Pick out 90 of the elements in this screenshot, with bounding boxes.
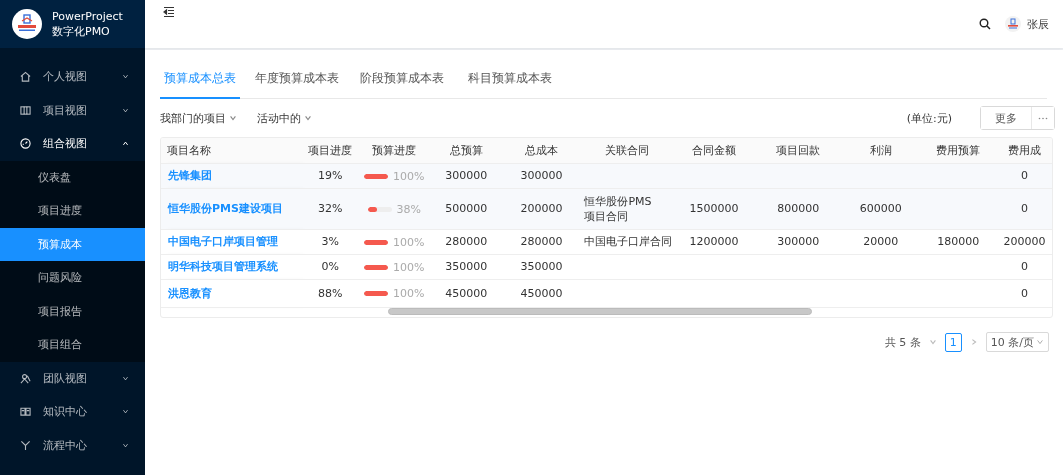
column-header: 总成本	[502, 138, 581, 163]
more-button[interactable]: 更多	[981, 107, 1032, 129]
column-header: 项目回款	[755, 138, 841, 163]
app-subtitle: 数字化PMO	[52, 24, 111, 39]
column-header: 费用预算	[920, 138, 996, 163]
table-cell: 350000	[445, 260, 488, 273]
table-cell: 300000	[520, 169, 563, 182]
dashboard-icon	[20, 138, 31, 150]
table-cell: 0	[1020, 202, 1028, 215]
menu-group[interactable]: 组合视图	[0, 127, 145, 161]
progress-reading: 100%	[393, 234, 425, 250]
ellipsis-icon	[1038, 116, 1048, 120]
table-cell: 32%	[317, 202, 343, 215]
book-icon	[20, 406, 31, 418]
table-cell: 300000	[445, 169, 488, 182]
chevron-down-icon	[122, 374, 129, 382]
table-cell: 中国电子口岸合同	[584, 235, 673, 248]
table-cell: 500000	[445, 202, 488, 215]
table-cell: 88%	[317, 286, 343, 300]
column-header: 预算进度	[358, 138, 431, 163]
chevron-down-icon	[304, 114, 312, 122]
menu-group[interactable]: 流程中心	[0, 428, 145, 462]
menu-group[interactable]: 项目视图	[0, 93, 145, 127]
user-name[interactable]: 张辰	[1027, 16, 1049, 32]
table-cell: 280000	[520, 235, 563, 248]
column-header: 项目进度	[302, 138, 359, 163]
chevron-down-icon	[229, 114, 237, 122]
search-icon[interactable]	[979, 18, 991, 30]
table-cell: 1500000	[689, 202, 739, 215]
table-cell: 450000	[520, 286, 563, 300]
menu-item[interactable]: 仪表盘	[0, 160, 145, 194]
menu-item[interactable]: 项目报告	[0, 294, 145, 328]
table-cell: 800000	[777, 202, 820, 215]
tab[interactable]: 科目预算成本表	[462, 64, 558, 99]
menu-fold-icon[interactable]	[163, 6, 175, 18]
page-size-select[interactable]: 10 条/页	[985, 332, 1049, 352]
table-cell: 600000	[859, 202, 902, 215]
table-cell: 450000	[445, 286, 488, 300]
chevron-down-icon	[928, 338, 937, 346]
table-cell: 0%	[321, 260, 339, 273]
column-header: 关联合同	[580, 138, 673, 163]
home-icon	[20, 71, 31, 83]
app-title: PowerProject	[52, 9, 123, 24]
table-cell: 0	[1020, 286, 1028, 300]
column-header: 费用成	[995, 138, 1052, 163]
column-header: 项目名称	[161, 138, 303, 163]
column-header: 利润	[840, 138, 921, 163]
table-cell: 恒华股份PMS 项目合同	[584, 194, 652, 223]
tab[interactable]: 年度预算成本表	[252, 64, 342, 99]
table-cell: 180000	[937, 235, 980, 248]
table-cell: 280000	[445, 235, 488, 248]
chevron-up-icon	[122, 140, 129, 148]
chevron-down-icon	[122, 73, 129, 81]
unit-label: (单位:元)	[906, 110, 952, 126]
progress-reading: 38%	[396, 201, 421, 217]
menu-group[interactable]: 个人视图	[0, 60, 145, 94]
table-cell: 19%	[317, 169, 343, 182]
table-cell: 20000	[863, 235, 899, 248]
tab[interactable]: 阶段预算成本表	[354, 64, 450, 99]
team-icon	[20, 372, 31, 384]
progress-reading: 100%	[393, 168, 425, 184]
menu-group[interactable]: 团队视图	[0, 361, 145, 395]
avatar[interactable]	[1005, 16, 1021, 32]
table-cell: 200000	[1003, 235, 1046, 248]
board-icon	[20, 104, 31, 116]
table-cell: 200000	[520, 202, 563, 215]
scrollbar[interactable]	[388, 308, 812, 315]
menu-item[interactable]: 项目进度	[0, 194, 145, 228]
filter-dropdown[interactable]: 活动中的	[257, 110, 301, 126]
flow-icon	[20, 439, 31, 451]
chevron-down-icon	[122, 408, 129, 416]
chevron-down-icon	[122, 441, 129, 449]
column-header: 总预算	[430, 138, 503, 163]
filter-dropdown[interactable]: 我部门的项目	[160, 110, 226, 126]
menu-item[interactable]: 问题风险	[0, 261, 145, 295]
table-cell: 3%	[321, 235, 339, 248]
menu-group[interactable]: 知识中心	[0, 395, 145, 429]
chevron-down-icon	[122, 106, 129, 114]
column-header: 合同金额	[672, 138, 756, 163]
total-count: 共 5 条	[884, 334, 921, 350]
menu-item[interactable]: 项目组合	[0, 328, 145, 362]
table-cell: 300000	[777, 235, 820, 248]
table-cell: 1200000	[689, 235, 739, 248]
logo	[12, 9, 42, 39]
progress-reading: 100%	[393, 259, 425, 275]
table-cell: 350000	[520, 260, 563, 273]
table-cell: 0	[1020, 260, 1028, 273]
table-cell: 0	[1020, 169, 1028, 182]
chevron-down-icon	[1036, 338, 1044, 346]
progress-reading: 100%	[393, 286, 425, 301]
